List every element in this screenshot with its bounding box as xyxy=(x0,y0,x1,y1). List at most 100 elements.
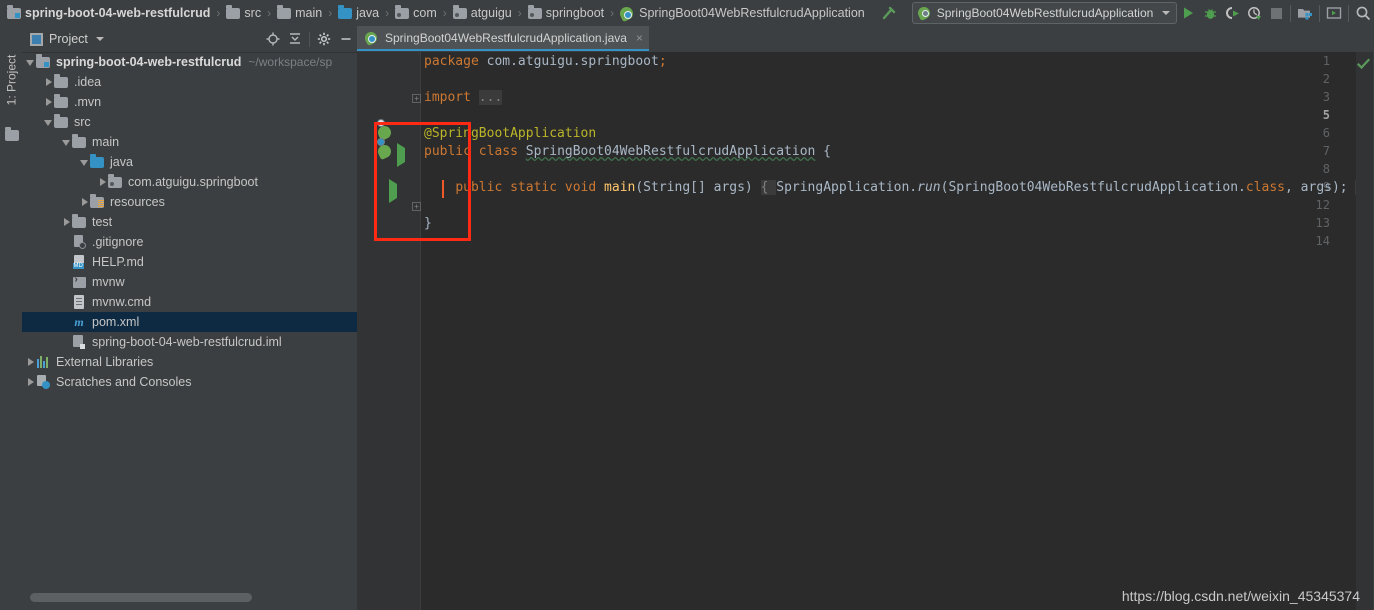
run-configuration-name: SpringBoot04WebRestfulcrudApplication xyxy=(936,6,1154,20)
tree-row-java[interactable]: java xyxy=(22,152,357,172)
debug-button[interactable] xyxy=(1199,1,1221,25)
breadcrumb-label: src xyxy=(244,6,262,20)
project-panel-horizontal-scrollbar[interactable] xyxy=(30,593,348,602)
run-with-coverage-button[interactable] xyxy=(1221,1,1243,25)
project-structure-button[interactable] xyxy=(1294,1,1316,25)
iml-file-icon xyxy=(73,335,85,349)
breadcrumb-label: main xyxy=(295,6,323,20)
cmd-script-icon xyxy=(73,295,85,309)
code-line-9: public static void main(String[] args) {… xyxy=(424,179,1364,197)
tree-row-resources[interactable]: resources xyxy=(22,192,357,212)
stop-button[interactable] xyxy=(1265,1,1287,25)
toolbar-divider xyxy=(1348,4,1349,22)
chevron-down-icon[interactable] xyxy=(26,58,35,67)
breadcrumb-label: SpringBoot04WebRestfulcrudApplication xyxy=(639,6,865,20)
breadcrumb-item-com[interactable]: com xyxy=(394,0,438,26)
breadcrumb-item-main[interactable]: main xyxy=(276,0,323,26)
sidebar-item-project-tab[interactable]: 1: Project xyxy=(0,30,22,130)
tree-row-external-libraries[interactable]: External Libraries xyxy=(22,352,357,372)
breadcrumb-item-project[interactable]: spring-boot-04-web-restfulcrud xyxy=(6,0,211,26)
run-configuration-selector[interactable]: SpringBoot04WebRestfulcrudApplication xyxy=(911,2,1178,24)
tree-item-label: .idea xyxy=(74,75,102,89)
inspection-sidebar[interactable] xyxy=(1356,52,1374,610)
tree-row-package[interactable]: com.atguigu.springboot xyxy=(22,172,357,192)
watermark-text: https://blog.csdn.net/weixin_45345374 xyxy=(1121,588,1360,604)
search-icon[interactable] xyxy=(1352,1,1374,25)
chevron-right-icon[interactable] xyxy=(26,357,35,367)
tree-row-main[interactable]: main xyxy=(22,132,357,152)
tree-row-scratches[interactable]: Scratches and Consoles xyxy=(22,372,357,392)
top-toolbar: spring-boot-04-web-restfulcrud › src › m… xyxy=(0,0,1374,27)
breadcrumb-item-src[interactable]: src xyxy=(225,0,262,26)
tree-row-test[interactable]: test xyxy=(22,212,357,232)
chevron-right-icon[interactable] xyxy=(80,197,89,207)
breadcrumb-label: java xyxy=(356,6,380,20)
tree-row-help-md[interactable]: MD HELP.md xyxy=(22,252,357,272)
chevron-down-icon[interactable] xyxy=(62,138,71,147)
profile-button[interactable] xyxy=(1243,1,1265,25)
crosshair-icon[interactable] xyxy=(262,28,284,50)
tree-item-label: External Libraries xyxy=(56,355,154,369)
run-button[interactable] xyxy=(1177,1,1199,25)
chevron-right-icon[interactable] xyxy=(98,177,107,187)
folder-icon xyxy=(72,213,86,228)
tree-row-mvnw-cmd[interactable]: mvnw.cmd xyxy=(22,292,357,312)
breadcrumb-item-class[interactable]: SpringBoot04WebRestfulcrudApplication xyxy=(618,0,866,26)
chevron-down-icon[interactable] xyxy=(1162,11,1171,15)
tree-item-label: com.atguigu.springboot xyxy=(128,175,258,189)
chevron-right-icon[interactable] xyxy=(62,217,71,227)
editor-tab-application-java[interactable]: SpringBoot04WebRestfulcrudApplication.ja… xyxy=(357,26,649,51)
breadcrumb-separator: › xyxy=(267,6,272,20)
breadcrumb-item-atguigu[interactable]: atguigu xyxy=(452,0,513,26)
tree-item-label: mvnw xyxy=(92,275,125,289)
tree-row-gitignore[interactable]: .gitignore xyxy=(22,232,357,252)
tree-row-project-root[interactable]: spring-boot-04-web-restfulcrud ~/workspa… xyxy=(22,52,357,72)
select-in-button[interactable] xyxy=(1323,1,1345,25)
source-folder-icon xyxy=(338,4,353,19)
chevron-right-icon[interactable] xyxy=(44,97,53,107)
resources-folder-icon xyxy=(90,193,104,208)
run-gutter-icon[interactable] xyxy=(397,143,405,167)
breadcrumb-separator: › xyxy=(442,6,447,20)
scrollbar-thumb[interactable] xyxy=(30,593,252,602)
chevron-right-icon[interactable] xyxy=(26,377,35,387)
code-line-13: } xyxy=(424,216,432,231)
gear-icon[interactable] xyxy=(313,28,335,50)
project-panel-header: Project xyxy=(22,26,357,53)
project-tree[interactable]: spring-boot-04-web-restfulcrud ~/workspa… xyxy=(22,52,357,584)
package-folder-icon xyxy=(452,4,467,19)
package-folder-icon xyxy=(395,4,410,19)
tree-row-mvnw[interactable]: mvnw xyxy=(22,272,357,292)
tree-item-label: resources xyxy=(110,195,165,209)
chevron-down-icon[interactable] xyxy=(95,37,104,41)
folder-icon xyxy=(226,4,241,19)
editor-tab-bar: SpringBoot04WebRestfulcrudApplication.ja… xyxy=(357,26,1374,52)
run-gutter-icon[interactable] xyxy=(389,179,397,203)
toolbar-divider xyxy=(1290,4,1292,22)
chevron-down-icon[interactable] xyxy=(80,158,89,167)
tree-row-src[interactable]: src xyxy=(22,112,357,132)
folder-icon xyxy=(277,4,292,19)
tree-row-pom-xml[interactable]: m pom.xml xyxy=(22,312,357,332)
tree-item-label: Scratches and Consoles xyxy=(56,375,192,389)
breadcrumb-item-java[interactable]: java xyxy=(337,0,380,26)
chevron-right-icon[interactable] xyxy=(44,77,53,87)
close-icon[interactable]: × xyxy=(636,32,643,44)
breadcrumb-item-springboot[interactable]: springboot xyxy=(527,0,605,26)
tree-row-mvn[interactable]: .mvn xyxy=(22,92,357,112)
code-content[interactable]: package com.atguigu.springboot; import .… xyxy=(420,52,1374,610)
breadcrumb-separator: › xyxy=(610,6,615,20)
folder-icon xyxy=(54,73,68,88)
tree-row-iml[interactable]: spring-boot-04-web-restfulcrud.iml xyxy=(22,332,357,352)
libraries-icon xyxy=(36,356,50,368)
build-hammer-icon[interactable] xyxy=(880,4,898,22)
tree-item-label: src xyxy=(74,115,91,129)
tree-row-idea[interactable]: .idea xyxy=(22,72,357,92)
code-editor[interactable]: 1 2 3 5 6 7 8 9 12 13 14 + + package com… xyxy=(357,52,1374,610)
minimize-icon[interactable] xyxy=(335,28,357,50)
tree-item-path: ~/workspace/sp xyxy=(248,55,333,69)
chevron-down-icon[interactable] xyxy=(44,118,53,127)
tree-item-label: HELP.md xyxy=(92,255,144,269)
collapse-all-icon[interactable] xyxy=(284,28,306,50)
breadcrumb-label: spring-boot-04-web-restfulcrud xyxy=(25,6,211,20)
